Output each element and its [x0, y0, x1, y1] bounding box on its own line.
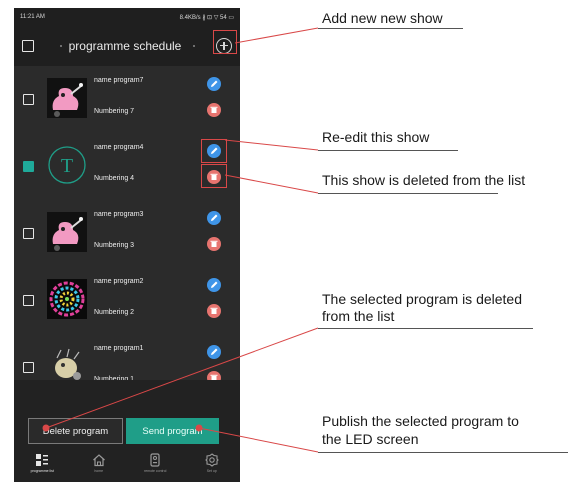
- nav-label: Set up: [206, 469, 217, 473]
- status-bar: 11:21 AM 8.4KB/s ∦ ⊡ ▽ 54 ▭: [14, 8, 240, 26]
- edit-icon[interactable]: [207, 77, 221, 91]
- row-checkbox[interactable]: [23, 94, 34, 105]
- nav-label: remote control: [144, 469, 167, 473]
- nav-item-remote-control[interactable]: remote control: [127, 453, 184, 482]
- row-checkbox[interactable]: [23, 295, 34, 306]
- annotation-underline: [318, 452, 568, 453]
- row-checkbox[interactable]: [23, 228, 34, 239]
- nav-item-home[interactable]: home: [71, 453, 128, 482]
- program-name: name program7: [94, 77, 144, 84]
- list-item[interactable]: name program7 Numbering 7: [14, 66, 240, 133]
- annotation-publish-line2: the LED screen: [322, 431, 419, 447]
- settings-icon: [204, 453, 219, 467]
- nav-item-set-up[interactable]: Set up: [184, 453, 241, 482]
- program-thumbnail: [47, 279, 87, 319]
- edit-icon[interactable]: [207, 345, 221, 359]
- delete-icon[interactable]: [207, 237, 221, 251]
- program-name: name program2: [94, 278, 144, 285]
- program-name: name program4: [94, 144, 144, 151]
- annotation-selected-deleted-line1: The selected program is deleted: [322, 291, 522, 307]
- highlight-edit-box: [201, 139, 227, 163]
- program-name: name program3: [94, 211, 144, 218]
- row-checkbox-checked[interactable]: [23, 161, 34, 172]
- program-numbering: Numbering 2: [94, 309, 135, 316]
- annotation-add-show: Add new new show: [322, 10, 443, 26]
- program-name: name program1: [94, 345, 144, 352]
- app-header: programme schedule: [14, 26, 240, 66]
- send-program-button[interactable]: Send program: [126, 418, 219, 444]
- program-thumbnail: [47, 212, 87, 252]
- program-thumbnail: [47, 78, 87, 118]
- list-item[interactable]: name program3 Numbering 3: [14, 200, 240, 267]
- list-item[interactable]: name program2 Numbering 2: [14, 267, 240, 334]
- phone-screen: 11:21 AM 8.4KB/s ∦ ⊡ ▽ 54 ▭ programme sc…: [14, 8, 240, 482]
- annotation-underline: [318, 28, 463, 29]
- nav-label: programme list: [30, 469, 54, 473]
- program-numbering: Numbering 4: [94, 175, 135, 182]
- program-list: name program7 Numbering 7 T name program…: [14, 66, 240, 401]
- annotation-show-deleted: This show is deleted from the list: [322, 172, 526, 188]
- select-all-checkbox[interactable]: [22, 40, 34, 52]
- remote-icon: [150, 453, 160, 467]
- list-icon: [36, 454, 49, 466]
- status-indicators: 8.4KB/s ∦ ⊡ ▽ 54 ▭: [179, 14, 234, 21]
- connector-add: [234, 27, 319, 44]
- nav-item-programme-list[interactable]: programme list: [14, 453, 71, 482]
- row-checkbox[interactable]: [23, 362, 34, 373]
- highlight-add-box: [213, 30, 237, 54]
- edit-icon[interactable]: [207, 278, 221, 292]
- delete-program-button[interactable]: Delete program: [28, 418, 123, 444]
- delete-icon[interactable]: [207, 103, 221, 117]
- program-numbering: Numbering 3: [94, 242, 135, 249]
- home-icon: [92, 454, 105, 467]
- annotation-underline: [318, 150, 458, 151]
- highlight-delete-box: [201, 164, 227, 188]
- list-item[interactable]: T name program4 Numbering 4: [14, 133, 240, 200]
- divider-dot: [193, 45, 195, 47]
- delete-icon[interactable]: [207, 304, 221, 318]
- divider-dot: [60, 45, 62, 47]
- edit-icon[interactable]: [207, 211, 221, 225]
- bottom-nav: programme list home remote control Set u…: [14, 453, 240, 482]
- status-time: 11:21 AM: [20, 14, 45, 20]
- annotation-underline: [318, 193, 498, 194]
- program-thumbnail: T: [47, 145, 87, 185]
- annotation-underline: [318, 328, 533, 329]
- annotation-selected-deleted-line2: from the list: [322, 308, 395, 324]
- thumbnail-letter: T: [61, 155, 73, 177]
- program-numbering: Numbering 7: [94, 108, 135, 115]
- annotation-publish-line1: Publish the selected program to: [322, 413, 519, 429]
- annotation-reedit: Re-edit this show: [322, 129, 430, 145]
- nav-label: home: [94, 469, 104, 473]
